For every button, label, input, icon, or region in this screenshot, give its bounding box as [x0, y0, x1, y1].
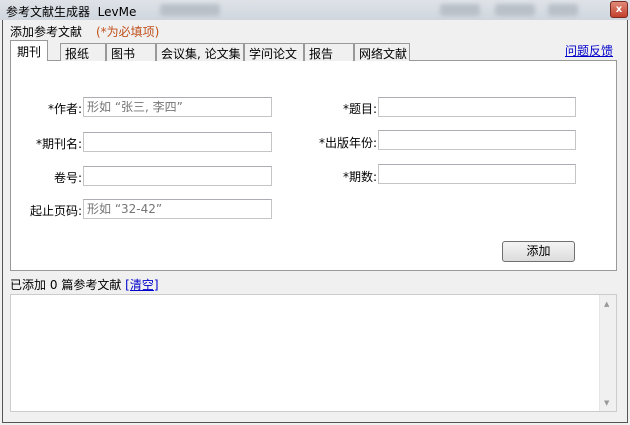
author-input[interactable]	[83, 97, 272, 117]
tab-report[interactable]: 报告	[304, 43, 354, 61]
volume-input[interactable]	[83, 166, 272, 186]
reference-count: 0	[49, 278, 58, 292]
tab-panel: *作者: *题目: *期刊名: *出版年份: 卷号: *期数: 起止页码:	[10, 60, 617, 271]
window-title: 参考文献生成器 LevMe	[6, 3, 136, 20]
required-note: (*为必填项)	[96, 25, 160, 39]
blurred-background	[495, 4, 535, 16]
volume-label: 卷号:	[53, 171, 82, 185]
tab-proceedings[interactable]: 会议集, 论文集	[156, 43, 244, 61]
tab-newspaper[interactable]: 报纸	[60, 43, 106, 61]
blurred-background	[548, 4, 578, 16]
pages-input[interactable]	[83, 199, 272, 219]
scrollbar[interactable]: ▲ ▼	[599, 295, 616, 411]
issue-input[interactable]	[378, 164, 576, 184]
scroll-up-icon[interactable]: ▲	[604, 300, 609, 308]
blurred-background	[160, 4, 220, 16]
author-label: *作者:	[47, 102, 82, 116]
app-name: LevMe	[97, 5, 137, 19]
year-input[interactable]	[378, 130, 576, 150]
journal-input[interactable]	[83, 132, 272, 152]
tab-book[interactable]: 图书	[106, 43, 156, 61]
title-text: 参考文献生成器	[6, 5, 91, 19]
add-button[interactable]: 添加	[502, 241, 575, 262]
add-reference-label: 添加参考文献	[10, 25, 83, 39]
tab-web[interactable]: 网络文献	[354, 43, 410, 61]
clear-link[interactable]: [清空]	[125, 278, 158, 292]
status-line: 已添加 0 篇参考文献 [清空]	[10, 276, 159, 293]
journal-label: *期刊名:	[35, 137, 82, 151]
status-suffix: 篇参考文献	[61, 278, 122, 292]
references-output[interactable]: ▲ ▼	[10, 294, 617, 412]
title-bar: 参考文献生成器 LevMe x	[0, 0, 630, 20]
scroll-down-icon[interactable]: ▼	[604, 399, 609, 407]
feedback-link[interactable]: 问题反馈	[565, 42, 613, 59]
title-label: *题目:	[342, 102, 377, 116]
issue-label: *期数:	[342, 170, 377, 184]
year-label: *出版年份:	[318, 136, 377, 150]
close-button[interactable]: x	[610, 1, 628, 18]
status-prefix: 已添加	[10, 278, 47, 292]
title-input[interactable]	[378, 97, 576, 117]
tab-thesis[interactable]: 学问论文	[244, 43, 304, 61]
blurred-background	[440, 4, 480, 16]
pages-label: 起止页码:	[29, 204, 82, 218]
tab-journal[interactable]: 期刊	[10, 40, 49, 61]
